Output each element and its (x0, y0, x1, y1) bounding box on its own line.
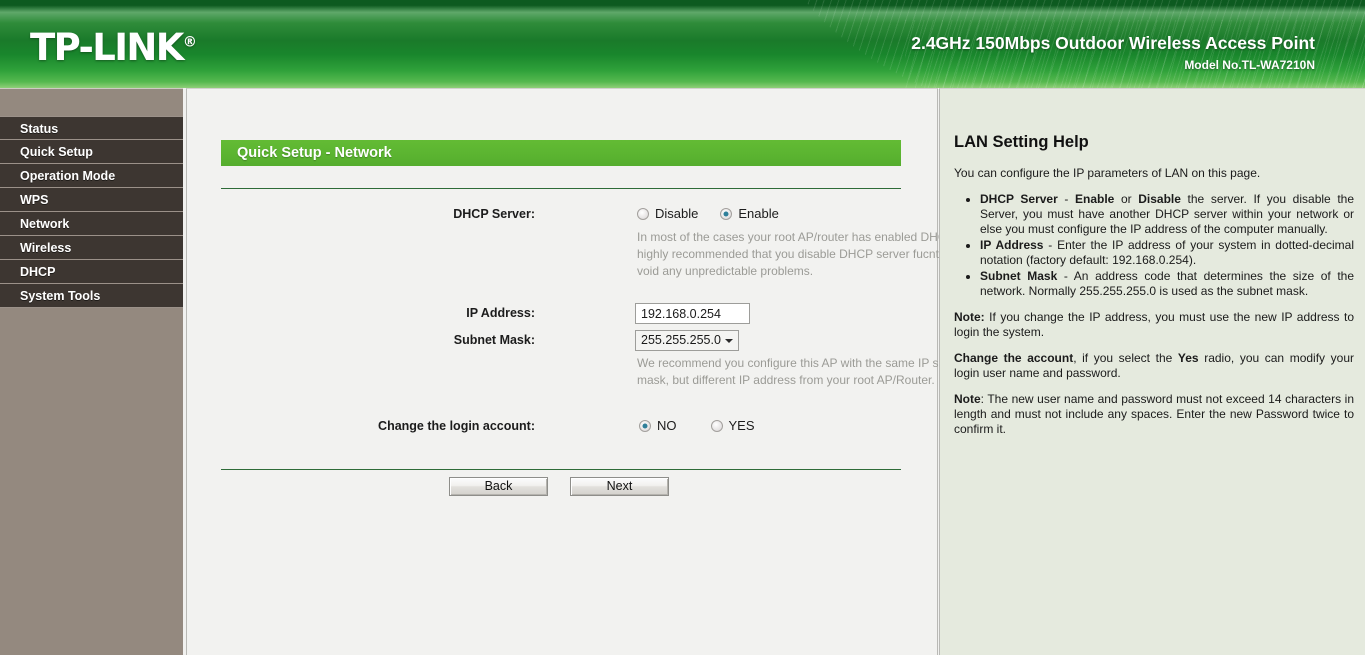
subnet-mask-label: Subnet Mask: (453, 333, 535, 347)
change-login-account-label: Change the login account: (378, 419, 535, 433)
change-login-radio-group: NO YES (639, 417, 777, 435)
sidebar-item-label: System Tools (20, 289, 101, 303)
product-name: 2.4GHz 150Mbps Outdoor Wireless Access P… (911, 33, 1315, 53)
help-bullet-ip-address: IP Address - Enter the IP address of you… (980, 238, 1354, 268)
page-body: Status Quick Setup Operation Mode WPS Ne… (0, 88, 1365, 655)
help-note-credentials: Note: The new user name and password mus… (954, 392, 1354, 437)
help-bullet-dhcp-server: DHCP Server - Enable or Disable the serv… (980, 192, 1354, 237)
back-button[interactable]: Back (449, 477, 548, 496)
dhcp-disable-radio[interactable] (637, 207, 649, 220)
help-text: or (1114, 192, 1139, 206)
product-info: 2.4GHz 150Mbps Outdoor Wireless Access P… (911, 33, 1315, 72)
help-note-label: Note: (954, 310, 985, 324)
sidebar-item-label: Wireless (20, 241, 72, 255)
sidebar-item-wireless[interactable]: Wireless (0, 236, 183, 260)
help-emphasis: Enable (1074, 192, 1115, 206)
help-intro: You can configure the IP parameters of L… (954, 166, 1261, 180)
sidebar-item-label: Status (20, 122, 59, 136)
registered-trademark-icon: ® (182, 34, 197, 51)
help-term: DHCP Server (980, 192, 1058, 206)
page-header: TP-LINK® 2.4GHz 150Mbps Outdoor Wireless… (0, 0, 1365, 88)
main-content: Quick Setup - Network DHCP Server: Disab… (186, 88, 1058, 655)
change-login-yes-radio[interactable] (710, 419, 723, 432)
network-settings-form: DHCP Server: Disable Enable In most of th… (187, 89, 1058, 655)
sidebar-item-label: Network (20, 217, 70, 231)
help-emphasis: Yes (1177, 351, 1199, 365)
dhcp-server-radio-group: Disable Enable (637, 205, 801, 223)
sidebar-item-wps[interactable]: WPS (0, 188, 183, 212)
sidebar-item-status[interactable]: Status (0, 116, 183, 140)
ip-address-label: IP Address: (466, 306, 535, 320)
help-term: IP Address (980, 238, 1044, 252)
subnet-mask-select[interactable]: 255.255.255.0 (635, 330, 739, 351)
sidebar-item-network[interactable]: Network (0, 212, 183, 236)
dhcp-enable-radio[interactable] (720, 207, 733, 220)
help-change-account: Change the account, if you select the Ye… (954, 351, 1354, 381)
sidebar-item-label: DHCP (20, 265, 56, 279)
sidebar-item-label: Quick Setup (20, 145, 93, 159)
dhcp-server-label: DHCP Server: (453, 207, 535, 221)
help-panel: LAN Setting Help You can configure the I… (939, 88, 1365, 655)
help-note-text: If you change the IP address, you must u… (954, 310, 1354, 339)
help-term: Subnet Mask (980, 269, 1058, 283)
dhcp-enable-label[interactable]: Enable (738, 206, 778, 221)
sidebar-item-label: WPS (20, 193, 49, 207)
chevron-down-icon (725, 339, 733, 343)
help-note-text: : The new user name and password must no… (954, 392, 1354, 436)
help-note-ip-change: Note: If you change the IP address, you … (954, 310, 1354, 340)
nav-menu: Status Quick Setup Operation Mode WPS Ne… (0, 116, 183, 308)
sidebar-item-operation-mode[interactable]: Operation Mode (0, 164, 183, 188)
model-number: Model No.TL-WA7210N (1184, 58, 1315, 72)
logo-text: TP-LINK (30, 26, 184, 69)
sidebar-item-quick-setup[interactable]: Quick Setup (0, 140, 183, 164)
next-button[interactable]: Next (570, 477, 669, 496)
router-admin-page: TP-LINK® 2.4GHz 150Mbps Outdoor Wireless… (0, 0, 1365, 655)
sidebar-navigation: Status Quick Setup Operation Mode WPS Ne… (0, 88, 183, 655)
sidebar-item-dhcp[interactable]: DHCP (0, 260, 183, 284)
dhcp-disable-label[interactable]: Disable (655, 206, 698, 221)
help-bullet-subnet-mask: Subnet Mask - An address code that deter… (980, 269, 1354, 299)
help-note-label: Note (954, 392, 981, 406)
help-content: LAN Setting Help You can configure the I… (954, 133, 1354, 448)
ip-address-input[interactable] (635, 303, 750, 324)
divider-bottom (221, 469, 901, 470)
help-term: Change the account (954, 351, 1074, 365)
help-bullet-list: DHCP Server - Enable or Disable the serv… (954, 192, 1354, 299)
change-login-no-radio[interactable] (639, 419, 651, 432)
help-text: - (1057, 192, 1075, 206)
subnet-mask-value: 255.255.255.0 (641, 333, 721, 347)
change-login-yes-label[interactable]: YES (729, 418, 755, 433)
sidebar-item-label: Operation Mode (20, 169, 116, 183)
sidebar-item-system-tools[interactable]: System Tools (0, 284, 183, 308)
change-login-no-label[interactable]: NO (657, 418, 677, 433)
help-text: , if you select the (1073, 351, 1178, 365)
help-emphasis: Disable (1138, 192, 1181, 206)
tp-link-logo: TP-LINK® (30, 26, 197, 69)
help-title: LAN Setting Help (954, 133, 1089, 151)
